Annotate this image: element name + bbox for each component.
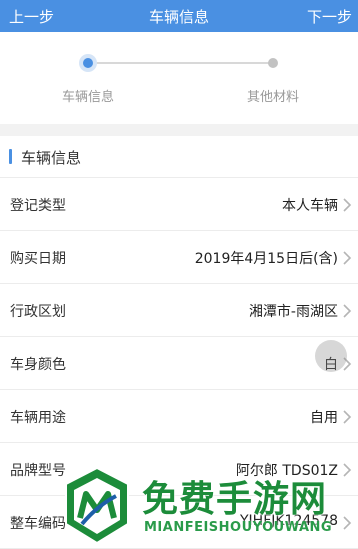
watermark-title: 免费手游网: [142, 479, 328, 520]
row-body-color[interactable]: 车身颜色 白: [0, 337, 358, 390]
touch-indicator: [315, 340, 347, 372]
chevron-right-icon: [342, 409, 352, 425]
row-value: 2019年4月15日后(含): [194, 251, 338, 267]
section-title: 车辆信息: [21, 149, 82, 167]
next-step-button[interactable]: 下一步: [307, 6, 352, 27]
row-label: 登记类型: [10, 198, 66, 214]
step-1-indicator: [83, 58, 93, 68]
step-2-label: 其他材料: [247, 90, 300, 105]
stepper-track: [93, 62, 269, 64]
watermark: 免费手游网 MIANFEISHOUYOUWANG: [62, 466, 358, 545]
chevron-right-icon: [342, 197, 352, 213]
row-purchase-date[interactable]: 购买日期 2019年4月15日后(含): [0, 231, 358, 284]
row-label: 购买日期: [10, 251, 66, 267]
row-value: 自用: [310, 410, 338, 426]
row-vehicle-usage[interactable]: 车辆用途 自用: [0, 390, 358, 443]
row-label: 整车编码: [10, 516, 66, 532]
top-navigation-bar: 上一步 车辆信息 下一步: [0, 0, 358, 32]
section-divider: [0, 124, 358, 136]
watermark-subtitle: MIANFEISHOUYOUWANG: [144, 520, 333, 535]
row-label: 行政区划: [10, 304, 66, 320]
progress-stepper: 车辆信息 其他材料: [0, 32, 358, 124]
step-1-label: 车辆信息: [62, 90, 115, 105]
watermark-logo-icon: [65, 466, 129, 545]
row-registration-type[interactable]: 登记类型 本人车辆: [0, 178, 358, 231]
page-title: 车辆信息: [148, 8, 209, 26]
row-value: 本人车辆: [282, 198, 338, 214]
section-accent-bar: [9, 149, 12, 164]
row-administrative-region[interactable]: 行政区划 湘潭市-雨湖区: [0, 284, 358, 337]
row-value: 湘潭市-雨湖区: [248, 304, 338, 320]
chevron-right-icon: [342, 303, 352, 319]
step-2-indicator: [268, 58, 278, 68]
row-label: 车身颜色: [10, 357, 66, 373]
section-header: 车辆信息: [0, 136, 358, 178]
row-label: 车辆用途: [10, 410, 66, 426]
chevron-right-icon: [342, 250, 352, 266]
row-label: 品牌型号: [10, 463, 66, 479]
